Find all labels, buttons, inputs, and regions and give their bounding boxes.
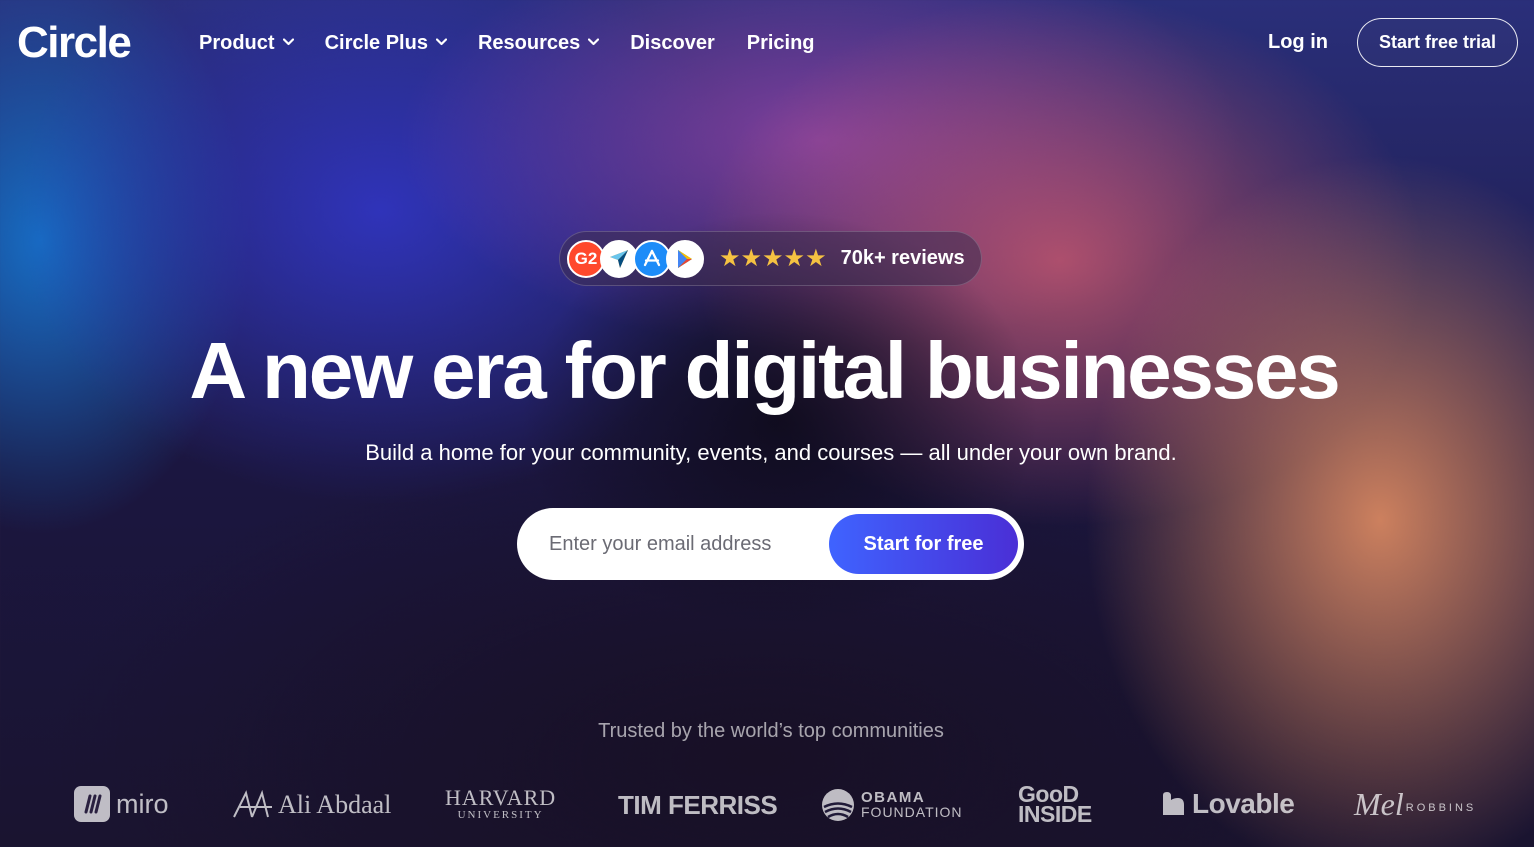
star-rating: ★★★★★: [719, 245, 827, 272]
ali-abdaal-logo: Ali Abdaal: [232, 789, 391, 821]
chevron-down-icon: [588, 38, 600, 48]
nav-item-circle-plus[interactable]: Circle Plus: [324, 30, 447, 56]
foundation-text: FOUNDATION: [861, 804, 963, 820]
trusted-by-label: Trusted by the world’s top communities: [598, 720, 944, 742]
g2-text: G2: [574, 248, 598, 268]
obama-foundation-logo: OBAMA FOUNDATION: [821, 788, 963, 822]
email-input[interactable]: [549, 532, 849, 556]
good-inside-logo: GooD INSIDE: [1018, 783, 1092, 827]
nav-item-label: Product: [199, 31, 275, 54]
review-badges: G2: [567, 239, 704, 278]
tim-ferriss-logo: TIM FERRISS: [618, 790, 778, 820]
hero-subheadline: Build a home for your community, events,…: [365, 440, 1177, 465]
lovable-heart-icon: [1163, 792, 1184, 815]
hero-headline: A new era for digital businesses: [189, 326, 1340, 415]
chevron-down-icon: [435, 38, 447, 48]
nav-links: Product Circle Plus Resources Discover P…: [199, 30, 847, 56]
start-for-free-button[interactable]: Start for free: [829, 514, 1018, 574]
obama-text: OBAMA: [861, 789, 926, 806]
lovable-logo: Lovable: [1160, 788, 1295, 820]
mel-robbins-logo: Mel ROBBINS: [1354, 786, 1476, 823]
email-signup-form: Start for free: [517, 508, 1024, 580]
inside-text: INSIDE: [1018, 801, 1092, 827]
ali-abdaal-monogram-icon: [233, 789, 272, 818]
harvard-logo: HARVARD UNIVERSITY: [445, 787, 556, 822]
nav-item-label: Circle Plus: [324, 31, 428, 54]
lovable-text: Lovable: [1192, 788, 1295, 819]
nav-item-resources[interactable]: Resources: [477, 30, 600, 56]
miro-logo: miro: [74, 786, 169, 822]
robbins-text: ROBBINS: [1405, 801, 1477, 814]
google-play-icon: [666, 239, 704, 278]
nav-item-product[interactable]: Product: [199, 30, 294, 56]
miro-text: miro: [116, 788, 169, 819]
login-link[interactable]: Log in: [1268, 31, 1328, 54]
nav-item-label: Pricing: [746, 31, 815, 54]
chevron-down-icon: [282, 38, 294, 48]
miro-icon: [74, 786, 110, 822]
mel-script-text: Mel: [1354, 786, 1404, 822]
obama-sunrise-icon: [822, 789, 854, 821]
circle-logo[interactable]: Circle: [17, 18, 132, 68]
harvard-text: HARVARD: [445, 785, 557, 810]
ali-abdaal-text: Ali Abdaal: [278, 790, 392, 819]
start-free-trial-button[interactable]: Start free trial: [1357, 18, 1518, 67]
reviews-pill[interactable]: G2 ★★★★★ 70k+ reviews: [559, 231, 982, 286]
nav-item-discover[interactable]: Discover: [630, 30, 715, 56]
customer-logos: miro Ali Abdaal HARVARD UNIVERSITY TIM F…: [0, 780, 1534, 840]
nav-item-pricing[interactable]: Pricing: [747, 30, 815, 56]
nav-item-label: Resources: [477, 31, 581, 54]
reviews-count: 70k+ reviews: [840, 247, 965, 269]
nav-item-label: Discover: [630, 31, 715, 54]
top-nav: Circle Product Circle Plus Resources Dis…: [0, 0, 1534, 86]
harvard-subtext: UNIVERSITY: [457, 809, 544, 821]
